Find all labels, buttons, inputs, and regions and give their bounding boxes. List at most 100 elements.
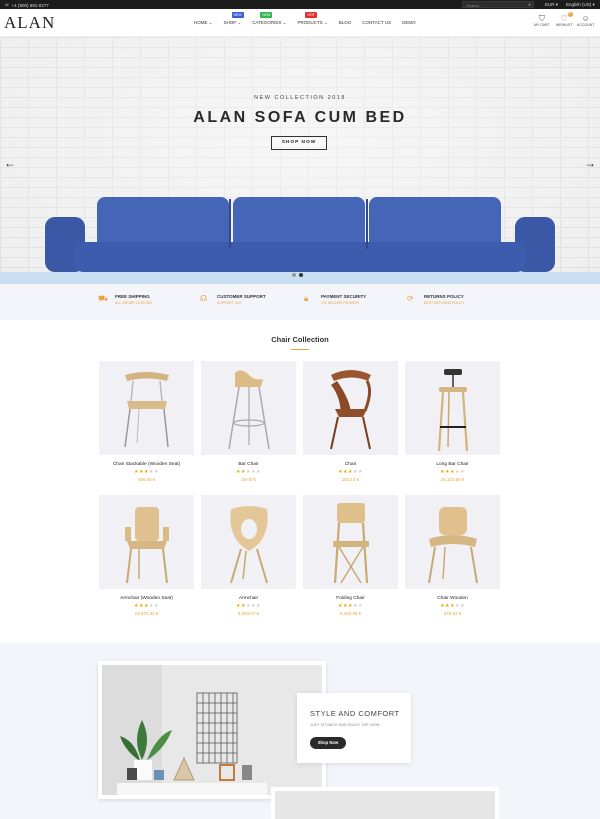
phone-icon: ☏: [4, 2, 10, 7]
rating-stars: ★★★★★: [236, 469, 261, 475]
phone-number: +1 (900) 691-0277: [11, 2, 49, 8]
collection-title: Chair Collection: [271, 335, 329, 344]
product-image[interactable]: [99, 361, 194, 455]
product-name[interactable]: Bar Chair: [201, 462, 296, 467]
product-image[interactable]: [99, 495, 194, 589]
product-card[interactable]: Chair ★★★★★ 183.14 €: [303, 361, 398, 482]
nav-item-demo[interactable]: DEMO: [402, 20, 416, 26]
product-card[interactable]: Long Bar Chair ★★★★★ 24,102.50 €: [405, 361, 500, 482]
chevron-down-icon: ⌄: [236, 20, 242, 25]
feature-desc: ALL ORDER OVER $99: [115, 301, 153, 305]
product-name[interactable]: Folding Chair: [303, 596, 398, 601]
nav-item-label: BLOG: [338, 20, 352, 25]
language-selector[interactable]: English (US) ▾: [566, 2, 595, 8]
product-name[interactable]: Chair Wooden: [405, 596, 500, 601]
cart-label: MY CART: [534, 23, 550, 27]
product-price: 3,594.07 €: [237, 611, 260, 616]
promo-image: [98, 661, 326, 799]
headset-icon: ☊: [200, 294, 208, 303]
nav-badge: HOT: [305, 12, 317, 18]
product-price: 3,426.49 €: [339, 611, 362, 616]
slider-dot[interactable]: [299, 273, 303, 277]
feature-title: PAYMENT SECURITY: [321, 294, 367, 299]
chevron-down-icon: ⌄: [281, 20, 287, 25]
user-icon: ☺: [581, 14, 590, 23]
site-header: ALAN HOME ⌄ SHOP ⌄ NEW CATEGORIES ⌄ NEW PRODU…: [0, 9, 600, 37]
wishlist-label: WISHLIST: [556, 23, 573, 27]
slider-dots: [292, 273, 303, 277]
hero-shop-now-button[interactable]: SHOP NOW: [271, 136, 327, 150]
rating-stars: ★★★★★: [134, 469, 159, 475]
product-image[interactable]: [303, 495, 398, 589]
site-logo[interactable]: ALAN: [4, 13, 55, 33]
slider-dot[interactable]: [292, 273, 296, 277]
refresh-icon: ⟳: [407, 294, 414, 303]
top-bar: ☏ +1 (900) 691-0277 Search... ⌕ EUR ▾ En…: [0, 0, 600, 9]
main-nav: HOME ⌄ SHOP ⌄ NEW CATEGORIES ⌄ NEW PRODUCTS ⌄…: [194, 12, 427, 26]
promo-image-secondary: [271, 787, 499, 819]
chevron-down-icon: ⌄: [322, 20, 328, 25]
nav-item-shop[interactable]: SHOP ⌄ NEW: [223, 12, 244, 26]
promo-shop-now-button[interactable]: Shop Now: [310, 737, 346, 749]
search-input[interactable]: Search... ⌕: [462, 1, 534, 8]
product-name[interactable]: Armchair (Wooden Seat): [99, 596, 194, 601]
cart-icon: ⛉: [538, 14, 545, 23]
arrow-left-icon[interactable]: ←: [4, 156, 16, 170]
nav-item-contact-us[interactable]: CONTACT US: [362, 20, 391, 26]
product-name[interactable]: Chair: [303, 462, 398, 467]
language-label: English (US): [566, 2, 592, 7]
feature-item: ⟳ RETURNS POLICY BEST RETURNS POLICY: [407, 294, 465, 305]
product-card[interactable]: Armchair (Wooden Seat) ★★★★★ 13,570.32 €: [99, 495, 194, 616]
nav-item-home[interactable]: HOME ⌄: [194, 20, 213, 26]
product-image[interactable]: [405, 361, 500, 455]
promo-card: STYLE AND COMFORT JUST SIT BACK AND ENJO…: [297, 693, 411, 763]
nav-item-label: CONTACT US: [362, 20, 392, 25]
product-card[interactable]: Chair Stackable (Wooden Seat) ★★★★★ 490.00…: [99, 361, 194, 482]
nav-item-products[interactable]: PRODUCTS ⌄ HOT: [297, 12, 328, 26]
wishlist-button[interactable]: ♡ 0 WISHLIST: [556, 12, 573, 27]
product-price: 490.00 €: [137, 477, 156, 482]
product-image[interactable]: [201, 361, 296, 455]
feature-title: FREE SHIPPING: [115, 294, 150, 299]
feature-title: RETURNS POLICY: [424, 294, 464, 299]
nav-item-label: DEMO: [402, 20, 416, 25]
product-card[interactable]: Chair Wooden ★★★★★ 378.63 €: [405, 495, 500, 616]
product-card[interactable]: Folding Chair ★★★★★ 3,426.49 €: [303, 495, 398, 616]
search-icon[interactable]: ⌕: [528, 2, 531, 8]
nav-item-label: PRODUCTS: [297, 20, 323, 25]
feature-desc: 100 SECURE PAYMENT: [321, 301, 360, 305]
features-bar: ⛟ FREE SHIPPING ALL ORDER OVER $99 ☊ CUSTOME…: [0, 284, 600, 320]
rating-stars: ★★★★★: [338, 603, 363, 609]
product-card[interactable]: Armchair ★★★★★ 3,594.07 €: [201, 495, 296, 616]
feature-item: ⛟ FREE SHIPPING ALL ORDER OVER $99: [98, 294, 152, 305]
currency-selector[interactable]: EUR ▾: [545, 2, 558, 8]
rating-stars: ★★★★★: [134, 603, 159, 609]
product-name[interactable]: Armchair: [201, 596, 296, 601]
product-image[interactable]: [201, 495, 296, 589]
title-underline: [291, 349, 309, 350]
lock-icon: 🔒︎: [304, 294, 309, 303]
product-card[interactable]: Bar Chair ★★★★★ 15.00 €: [201, 361, 296, 482]
nav-item-label: HOME: [194, 20, 208, 25]
cart-button[interactable]: ⛉ MY CART: [534, 14, 550, 27]
wishlist-count: 0: [567, 12, 573, 17]
promo-section: STYLE AND COMFORT JUST SIT BACK AND ENJO…: [0, 643, 600, 819]
product-image[interactable]: [303, 361, 398, 455]
nav-item-categories[interactable]: CATEGORIES ⌄ NEW: [252, 12, 287, 26]
rating-stars: ★★★★★: [440, 469, 465, 475]
product-name[interactable]: Long Bar Chair: [405, 462, 500, 467]
feature-title: CUSTOMER SUPPORT: [217, 294, 266, 299]
nav-item-blog[interactable]: BLOG: [339, 20, 352, 26]
nav-badge: NEW: [231, 12, 244, 18]
product-image[interactable]: [405, 495, 500, 589]
phone-contact[interactable]: ☏ +1 (900) 691-0277: [4, 2, 49, 8]
product-name[interactable]: Chair Stackable (Wooden Seat): [99, 462, 194, 467]
chevron-down-icon: ⌄: [207, 20, 213, 25]
hero-slider: NEW COLLECTION 2018 ALAN SOFA CUM BED SH…: [0, 37, 600, 284]
nav-item-label: SHOP: [223, 20, 237, 25]
hero-title: ALAN SOFA CUM BED: [193, 109, 407, 126]
promo-heading: STYLE AND COMFORT: [310, 709, 400, 718]
rating-stars: ★★★★★: [338, 469, 363, 475]
account-button[interactable]: ☺ ACCOUNT: [577, 14, 594, 27]
arrow-right-icon[interactable]: →: [584, 156, 596, 170]
